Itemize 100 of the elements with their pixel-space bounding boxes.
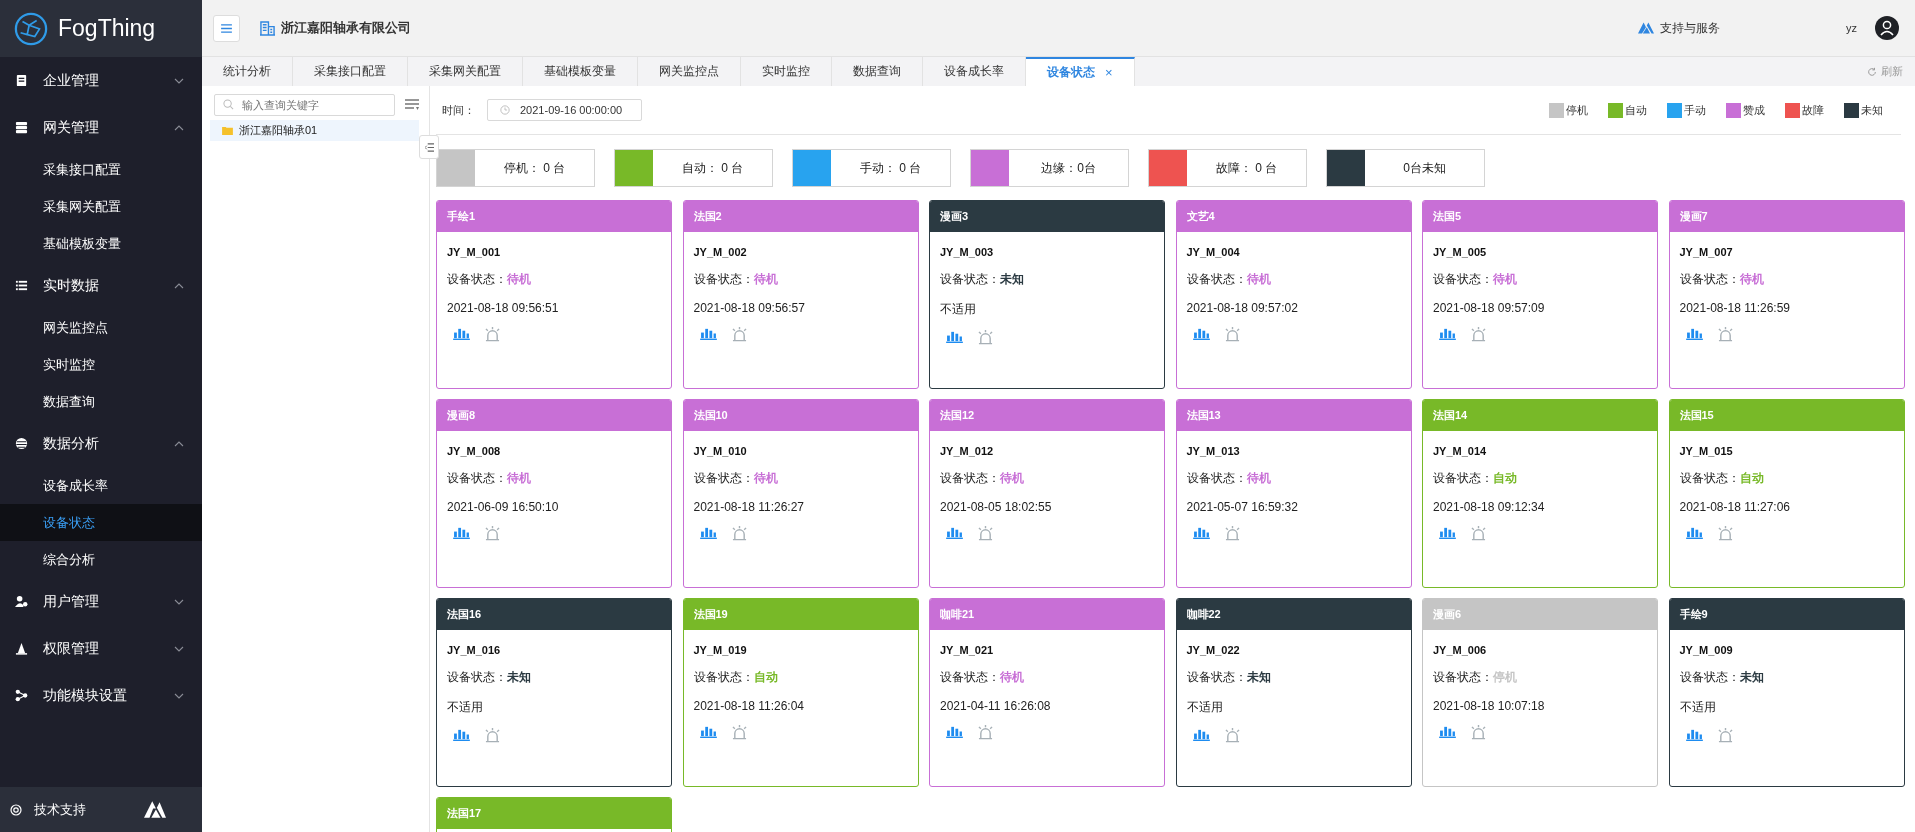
chevron-up-icon xyxy=(174,440,184,447)
bar-chart-icon[interactable] xyxy=(699,725,717,738)
date-field[interactable]: 2021-09-16 00:00:00 xyxy=(487,99,642,121)
device-code: JY_M_004 xyxy=(1186,246,1241,258)
device-card[interactable]: 法国12 JY_M_012 设备状态：待机 2021-08-05 18:02:55 xyxy=(929,399,1165,588)
device-card[interactable]: 法国2 JY_M_002 设备状态：待机 2021-08-18 09:56:57 xyxy=(682,200,919,389)
bar-chart-icon[interactable] xyxy=(453,327,470,340)
bar-chart-icon[interactable] xyxy=(453,728,470,741)
device-card[interactable]: 漫画6 JY_M_006 设备状态：停机 2021-08-18 10:07:18 xyxy=(1422,598,1658,787)
menu-item[interactable]: 权限管理 xyxy=(0,625,202,672)
device-card[interactable]: 漫画7 JY_M_007 设备状态：待机 2021-08-18 11:26:59 xyxy=(1668,200,1905,389)
bar-chart-icon[interactable] xyxy=(946,526,963,539)
device-card[interactable]: 咖啡21 JY_M_021 设备状态：待机 2021-04-11 16:26:08 xyxy=(929,598,1165,787)
menu-toggle-button[interactable] xyxy=(213,14,240,42)
device-card[interactable]: 漫画3 JY_M_003 设备状态：未知 不适用 xyxy=(929,200,1165,389)
device-code: JY_M_013 xyxy=(1186,445,1241,457)
folder-icon xyxy=(222,126,233,135)
device-code: JY_M_002 xyxy=(693,246,748,258)
status-label: 设备状态： xyxy=(940,471,1000,485)
card-title: 手绘1 xyxy=(447,209,476,224)
submenu-item[interactable]: 综合分析 xyxy=(0,541,202,578)
bar-chart-icon[interactable] xyxy=(699,327,717,340)
alarm-light-icon[interactable] xyxy=(1469,526,1488,541)
device-card[interactable]: 法国16 JY_M_016 设备状态：未知 不适用 xyxy=(436,598,672,787)
submenu-item[interactable]: 采集网关配置 xyxy=(0,188,202,225)
bar-chart-icon[interactable] xyxy=(1685,327,1703,340)
search-field[interactable]: 输入查询关键字 xyxy=(214,94,395,116)
alarm-light-icon[interactable] xyxy=(1469,725,1488,740)
submenu-item[interactable]: 基础模板变量 xyxy=(0,225,202,262)
status-value: 待机 xyxy=(1246,471,1271,485)
submenu-item[interactable]: 网关监控点 xyxy=(0,309,202,346)
device-card[interactable]: 手绘1 JY_M_001 设备状态：待机 2021-08-18 09:56:51 xyxy=(436,200,672,389)
status-time: 不适用 xyxy=(940,301,977,318)
avatar-icon[interactable] xyxy=(1875,16,1899,40)
submenu-item[interactable]: 设备成长率 xyxy=(0,467,202,504)
menu-item[interactable]: 数据分析 xyxy=(0,420,202,467)
legend-label: 自动 xyxy=(1625,102,1647,118)
alarm-light-icon[interactable] xyxy=(483,728,502,743)
search-icon xyxy=(223,99,234,110)
menu-item[interactable]: 网关管理 xyxy=(0,104,202,151)
bar-chart-icon[interactable] xyxy=(1439,327,1456,340)
device-code: JY_M_003 xyxy=(940,246,995,258)
status-label: 设备状态： xyxy=(1433,471,1493,485)
bar-chart-icon[interactable] xyxy=(1685,728,1703,741)
device-code: JY_M_007 xyxy=(1679,246,1734,258)
bar-chart-icon[interactable] xyxy=(946,330,963,343)
bar-chart-icon[interactable] xyxy=(1192,327,1210,340)
tab[interactable]: 设备状态 × xyxy=(1026,57,1135,86)
device-card[interactable]: 漫画8 JY_M_008 设备状态：待机 2021-06-09 16:50:10 xyxy=(436,399,672,588)
device-card[interactable]: 法国15 JY_M_015 设备状态：自动 2021-08-18 11:27:06 xyxy=(1668,399,1905,588)
menu-item[interactable]: 功能模块设置 xyxy=(0,672,202,719)
device-card[interactable]: 文艺4 JY_M_004 设备状态：待机 2021-08-18 09:57:02 xyxy=(1175,200,1412,389)
submenu-item[interactable]: 数据查询 xyxy=(0,383,202,420)
device-card[interactable]: 法国5 JY_M_005 设备状态：待机 2021-08-18 09:57:09 xyxy=(1422,200,1658,389)
legend-label: 手动 xyxy=(1684,102,1706,118)
tree-node[interactable]: 浙江嘉阳轴承01 xyxy=(210,120,419,141)
status-value: 未知 xyxy=(507,670,531,684)
device-card[interactable]: 法国13 JY_M_013 设备状态：待机 2021-05-07 16:59:32 xyxy=(1175,399,1412,588)
submenu-item[interactable]: 采集接口配置 xyxy=(0,151,202,188)
legend-label: 停机 xyxy=(1566,102,1588,118)
bar-chart-icon[interactable] xyxy=(1439,526,1456,539)
device-card[interactable]: 法国14 JY_M_014 设备状态：自动 2021-08-18 09:12:34 xyxy=(1422,399,1658,588)
status-time: 2021-08-18 11:26:04 xyxy=(693,699,806,713)
alarm-light-icon[interactable] xyxy=(976,725,995,740)
bar-chart-icon[interactable] xyxy=(453,526,470,539)
menu-item[interactable]: 用户管理 xyxy=(0,578,202,625)
status-label: 设备状态： xyxy=(1186,272,1247,286)
status-value: 停机 xyxy=(1493,670,1517,684)
alarm-light-icon[interactable] xyxy=(1469,327,1488,342)
device-card[interactable]: 手绘9 JY_M_009 设备状态：未知 不适用 xyxy=(1668,598,1905,787)
alarm-light-icon[interactable] xyxy=(483,526,502,541)
menu-item[interactable]: 实时数据 xyxy=(0,262,202,309)
device-code: JY_M_016 xyxy=(447,644,502,656)
bar-chart-icon[interactable] xyxy=(946,725,963,738)
alarm-light-icon[interactable] xyxy=(483,327,502,342)
submenu-item[interactable]: 实时监控 xyxy=(0,346,202,383)
status-label: 设备状态： xyxy=(1186,471,1247,485)
tab-label: 采集接口配置 xyxy=(314,63,386,80)
submenu-item[interactable]: 设备状态 xyxy=(0,504,202,541)
menu-item[interactable]: 企业管理 xyxy=(0,57,202,104)
logo-text: FogThing xyxy=(58,15,156,42)
support-link[interactable]: 支持与服务 xyxy=(1660,19,1720,37)
tab-label: 设备状态 xyxy=(1047,64,1095,81)
alarm-light-icon[interactable] xyxy=(976,330,995,345)
collapse-handle[interactable] xyxy=(419,135,439,159)
status-time: 2021-08-18 09:12:34 xyxy=(1433,500,1546,514)
device-card[interactable]: 法国10 JY_M_010 设备状态：待机 2021-08-18 11:26:27 xyxy=(682,399,919,588)
close-tab-button[interactable]: × xyxy=(1105,65,1113,80)
device-card[interactable]: 法国19 JY_M_019 设备状态：自动 2021-08-18 11:26:04 xyxy=(682,598,919,787)
card-title: 法国16 xyxy=(447,607,482,622)
bar-chart-icon[interactable] xyxy=(1192,728,1210,741)
bar-chart-icon[interactable] xyxy=(1685,526,1703,539)
bar-chart-icon[interactable] xyxy=(1439,725,1456,738)
alarm-light-icon[interactable] xyxy=(976,526,995,541)
device-card[interactable]: 咖啡22 JY_M_022 设备状态：未知 不适用 xyxy=(1175,598,1412,787)
tab-label: 采集网关配置 xyxy=(429,63,501,80)
bar-chart-icon[interactable] xyxy=(1192,526,1210,539)
sort-icon[interactable] xyxy=(405,99,419,111)
bar-chart-icon[interactable] xyxy=(699,526,717,539)
device-code: JY_M_005 xyxy=(1433,246,1488,258)
